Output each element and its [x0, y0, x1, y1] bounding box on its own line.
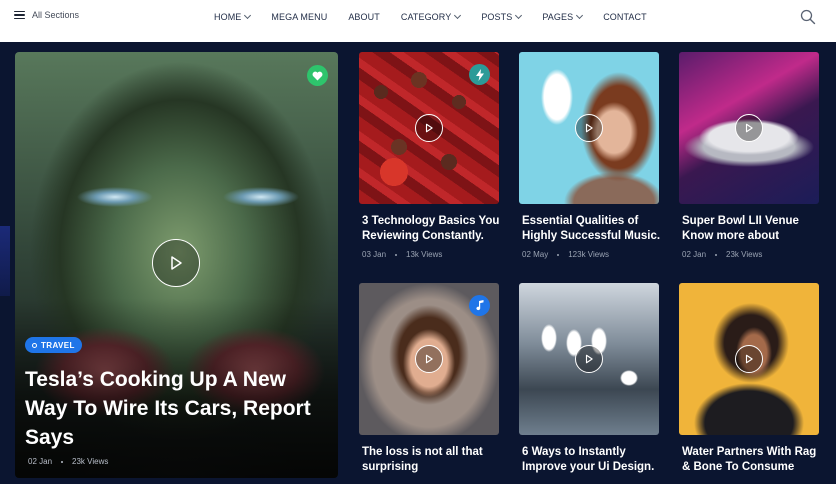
- post-card[interactable]: Water Partners With Rag & Bone To Consum…: [679, 283, 819, 473]
- post-meta: 02 Jan 23k Views: [682, 250, 762, 259]
- decorative-strip: [0, 226, 10, 296]
- all-sections-button[interactable]: All Sections: [14, 10, 79, 20]
- site-header: All Sections HOME MEGA MENU ABOUT CATEGO…: [0, 0, 836, 42]
- chevron-down-icon: [515, 11, 523, 20]
- hamburger-icon: [14, 10, 25, 20]
- category-tag[interactable]: TRAVEL: [25, 337, 82, 353]
- hero-post[interactable]: TRAVEL Tesla’s Cooking Up A New Way To W…: [15, 52, 338, 478]
- post-thumbnail[interactable]: [359, 283, 499, 435]
- post-card[interactable]: Essential Qualities of Highly Successful…: [519, 52, 660, 259]
- nav-label: POSTS: [481, 12, 513, 22]
- chevron-down-icon: [454, 11, 462, 20]
- lightning-icon: [469, 64, 490, 85]
- play-icon: [425, 354, 433, 364]
- post-views: 23k Views: [72, 457, 109, 466]
- hero-meta: 02 Jan 23k Views: [28, 457, 108, 466]
- nav-item-about[interactable]: ABOUT: [348, 12, 380, 22]
- tag-dot-icon: [32, 342, 37, 348]
- nav-label: CATEGORY: [400, 12, 452, 22]
- nav-label: PAGES: [542, 12, 574, 22]
- post-meta: 03 Jan 13k Views: [362, 250, 442, 259]
- post-date: 02 Jan: [28, 457, 53, 466]
- post-views: 13k Views: [406, 250, 443, 259]
- post-thumbnail[interactable]: [679, 52, 819, 204]
- tag-label: TRAVEL: [41, 340, 75, 350]
- nav-label: ABOUT: [348, 12, 380, 22]
- post-date: 03 Jan: [362, 250, 387, 259]
- all-sections-label: All Sections: [32, 10, 80, 20]
- play-button[interactable]: [415, 114, 443, 142]
- play-icon: [425, 123, 433, 133]
- search-icon[interactable]: [800, 9, 816, 25]
- separator-dot: [61, 460, 64, 463]
- post-title[interactable]: Water Partners With Rag & Bone To Consum…: [682, 445, 822, 475]
- play-icon: [745, 354, 753, 364]
- play-button[interactable]: [152, 239, 200, 287]
- nav-label: HOME: [214, 12, 242, 22]
- separator-dot: [395, 253, 398, 256]
- play-button[interactable]: [735, 345, 763, 373]
- music-note-icon: [469, 295, 490, 316]
- nav-label: MEGA MENU: [271, 12, 328, 22]
- play-icon: [171, 256, 182, 270]
- play-button[interactable]: [415, 345, 443, 373]
- post-views: 123k Views: [568, 250, 609, 259]
- nav-item-contact[interactable]: CONTACT: [603, 12, 647, 22]
- nav-item-home[interactable]: HOME: [214, 11, 252, 22]
- chevron-down-icon: [576, 11, 584, 20]
- post-card[interactable]: Super Bowl LII Venue Know more about 02 …: [679, 52, 819, 259]
- post-card[interactable]: 3 Technology Basics You Reviewing Consta…: [359, 52, 499, 259]
- separator-dot: [715, 253, 718, 256]
- post-title[interactable]: The loss is not all that surprising: [362, 445, 502, 475]
- post-title[interactable]: 6 Ways to Instantly Improve your Ui Desi…: [522, 445, 662, 475]
- post-thumbnail[interactable]: [519, 52, 659, 204]
- post-date: 02 Jan: [682, 250, 707, 259]
- post-thumbnail[interactable]: [519, 283, 659, 435]
- post-title[interactable]: Essential Qualities of Highly Successful…: [522, 214, 662, 244]
- play-icon: [585, 354, 593, 364]
- nav-item-mega-menu[interactable]: MEGA MENU: [271, 12, 327, 22]
- post-date: 02 May: [522, 250, 549, 259]
- play-button[interactable]: [575, 345, 603, 373]
- post-card[interactable]: The loss is not all that surprising: [359, 283, 499, 473]
- nav-item-posts[interactable]: POSTS: [481, 11, 523, 22]
- post-meta: 02 May 123k Views: [522, 250, 609, 259]
- post-thumbnail[interactable]: [679, 283, 819, 435]
- nav-item-pages[interactable]: PAGES: [542, 11, 584, 22]
- chevron-down-icon: [244, 11, 252, 20]
- hero-title[interactable]: Tesla’s Cooking Up A New Way To Wire Its…: [25, 365, 330, 452]
- post-title[interactable]: Super Bowl LII Venue Know more about: [682, 214, 822, 244]
- post-card[interactable]: 6 Ways to Instantly Improve your Ui Desi…: [519, 283, 659, 473]
- separator-dot: [557, 253, 560, 256]
- play-button[interactable]: [575, 114, 603, 142]
- play-button[interactable]: [735, 114, 763, 142]
- nav-label: CONTACT: [603, 12, 647, 22]
- heart-icon: [307, 65, 328, 86]
- main-nav: HOME MEGA MENU ABOUT CATEGORY POSTS PAGE…: [214, 11, 647, 22]
- play-icon: [745, 123, 753, 133]
- post-views: 23k Views: [726, 250, 763, 259]
- post-title[interactable]: 3 Technology Basics You Reviewing Consta…: [362, 214, 502, 244]
- post-thumbnail[interactable]: [359, 52, 499, 204]
- nav-item-category[interactable]: CATEGORY: [400, 11, 462, 22]
- play-icon: [585, 123, 593, 133]
